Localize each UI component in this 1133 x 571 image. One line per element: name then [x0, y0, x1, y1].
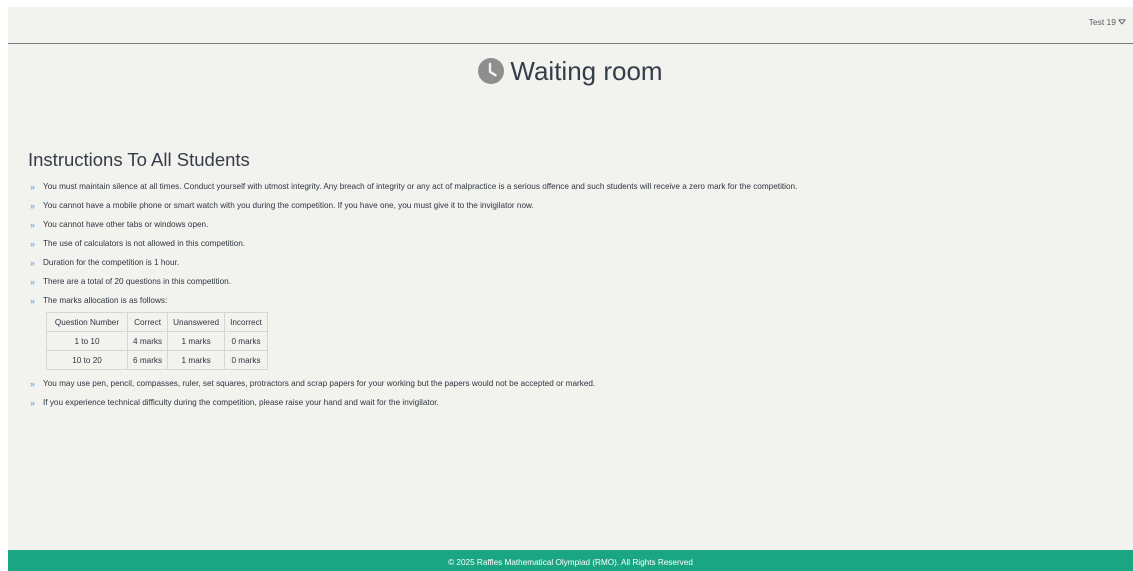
instruction-item: ›› There are a total of 20 questions in … [30, 272, 1110, 291]
instruction-item: ›› You may use pen, pencil, compasses, r… [30, 374, 1110, 393]
chevron-down-icon [1118, 19, 1126, 25]
instruction-text: You cannot have other tabs or windows op… [43, 220, 209, 229]
column-header-unanswered: Unanswered [167, 312, 226, 332]
double-chevron-right-icon: ›› [30, 276, 35, 287]
table-row: 10 to 20 6 marks 1 marks 0 marks [46, 350, 268, 370]
instruction-item: ›› You cannot have a mobile phone or sma… [30, 196, 1110, 215]
column-header-correct: Correct [126, 312, 169, 332]
instruction-text: Duration for the competition is 1 hour. [43, 258, 180, 267]
column-header-incorrect: Incorrect [224, 312, 268, 332]
table-cell: 4 marks [126, 331, 169, 351]
footer: © 2025 Raffles Mathematical Olympiad (RM… [8, 550, 1133, 571]
top-bar: Test 19 [8, 7, 1133, 44]
instruction-item: ›› The use of calculators is not allowed… [30, 234, 1110, 253]
column-header-question-number: Question Number [46, 312, 128, 332]
double-chevron-right-icon: ›› [30, 238, 35, 249]
instructions-list: ›› You must maintain silence at all time… [30, 177, 1110, 412]
instruction-text: You may use pen, pencil, compasses, rule… [43, 379, 596, 388]
instruction-item: ›› If you experience technical difficult… [30, 393, 1110, 412]
table-cell: 1 marks [167, 331, 226, 351]
instructions-heading: Instructions To All Students [28, 149, 250, 170]
instruction-text: If you experience technical difficulty d… [43, 398, 439, 407]
double-chevron-right-icon: ›› [30, 181, 35, 192]
table-cell: 6 marks [126, 350, 169, 370]
double-chevron-right-icon: ›› [30, 397, 35, 408]
table-cell: 0 marks [224, 350, 268, 370]
double-chevron-right-icon: ›› [30, 295, 35, 306]
instruction-text: You must maintain silence at all times. … [43, 182, 798, 191]
user-menu[interactable]: Test 19 [1089, 17, 1126, 27]
instruction-text: There are a total of 20 questions in thi… [43, 277, 231, 286]
table-cell: 10 to 20 [46, 350, 128, 370]
instruction-item: ›› You cannot have other tabs or windows… [30, 215, 1110, 234]
marks-allocation-table: Question Number Correct Unanswered Incor… [46, 312, 268, 370]
instruction-item: ›› Duration for the competition is 1 hou… [30, 253, 1110, 272]
double-chevron-right-icon: ›› [30, 257, 35, 268]
page-title: Waiting room [510, 56, 663, 86]
instruction-text: The marks allocation is as follows: [43, 296, 168, 305]
user-label: Test 19 [1088, 17, 1116, 27]
table-header-row: Question Number Correct Unanswered Incor… [46, 312, 268, 332]
table-cell: 1 marks [167, 350, 226, 370]
copyright-text: © 2025 Raffles Mathematical Olympiad (RM… [448, 558, 693, 567]
double-chevron-right-icon: ›› [30, 200, 35, 211]
table-row: 1 to 10 4 marks 1 marks 0 marks [46, 331, 268, 351]
instruction-item: ›› You must maintain silence at all time… [30, 177, 1110, 196]
instruction-text: The use of calculators is not allowed in… [43, 239, 246, 248]
app-frame: Test 19 Waiting room Instructions To All… [8, 7, 1133, 571]
table-cell: 0 marks [224, 331, 268, 351]
double-chevron-right-icon: ›› [30, 219, 35, 230]
page-header: Waiting room [8, 56, 1133, 86]
double-chevron-right-icon: ›› [30, 378, 35, 389]
instruction-item: ›› The marks allocation is as follows: [30, 291, 1110, 310]
table-cell: 1 to 10 [46, 331, 128, 351]
instruction-text: You cannot have a mobile phone or smart … [43, 201, 534, 210]
clock-icon [478, 58, 505, 84]
